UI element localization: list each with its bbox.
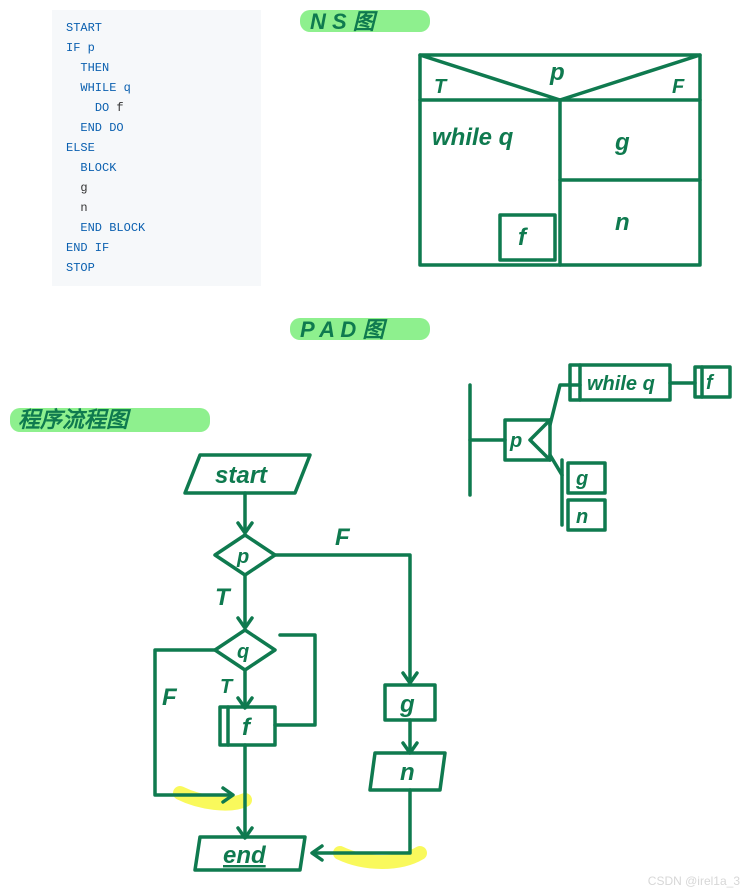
code-line: g <box>66 178 251 198</box>
code-line: IF p <box>66 38 251 58</box>
ns-label: N S 图 <box>310 4 375 36</box>
flow-start: start <box>215 462 268 489</box>
flow-F2: F <box>162 684 178 711</box>
ns-T: T <box>434 76 448 98</box>
pad-g: g <box>575 468 588 490</box>
flow-label: 程序流程图 <box>18 402 128 434</box>
code-line: DO f <box>66 98 251 118</box>
flow-f: f <box>242 714 252 741</box>
pad-label: P A D 图 <box>300 312 384 344</box>
watermark: CSDN @irel1a_3 <box>648 874 740 888</box>
pad-whileq: while q <box>587 373 655 395</box>
ns-f: f <box>518 224 528 251</box>
ns-whileq: while q <box>432 124 514 151</box>
code-line: WHILE q <box>66 78 251 98</box>
flow-p: p <box>236 546 249 568</box>
pad-n: n <box>576 506 588 528</box>
code-line: END DO <box>66 118 251 138</box>
code-line: STOP <box>66 258 251 278</box>
flow-q: q <box>237 641 249 663</box>
code-line: ELSE <box>66 138 251 158</box>
ns-F: F <box>672 76 685 98</box>
code-line: END IF <box>66 238 251 258</box>
ns-diagram: p T F while q f g n <box>400 45 730 275</box>
flow-T2: T <box>220 676 234 698</box>
flow-F1: F <box>335 524 351 551</box>
ns-p: p <box>549 59 565 86</box>
ns-n: n <box>615 209 630 236</box>
code-line: START <box>66 18 251 38</box>
pseudocode-block: STARTIF p THEN WHILE q DO f END DOELSE B… <box>52 10 261 286</box>
code-line: n <box>66 198 251 218</box>
flow-T1: T <box>215 584 232 611</box>
flow-end: end <box>223 842 267 869</box>
code-line: THEN <box>66 58 251 78</box>
code-line: BLOCK <box>66 158 251 178</box>
flow-g: g <box>399 691 415 718</box>
pad-f: f <box>706 372 715 394</box>
flow-n: n <box>400 759 415 786</box>
code-line: END BLOCK <box>66 218 251 238</box>
ns-g: g <box>614 129 630 156</box>
flowchart: start p F T q F T f g n end <box>120 445 520 885</box>
